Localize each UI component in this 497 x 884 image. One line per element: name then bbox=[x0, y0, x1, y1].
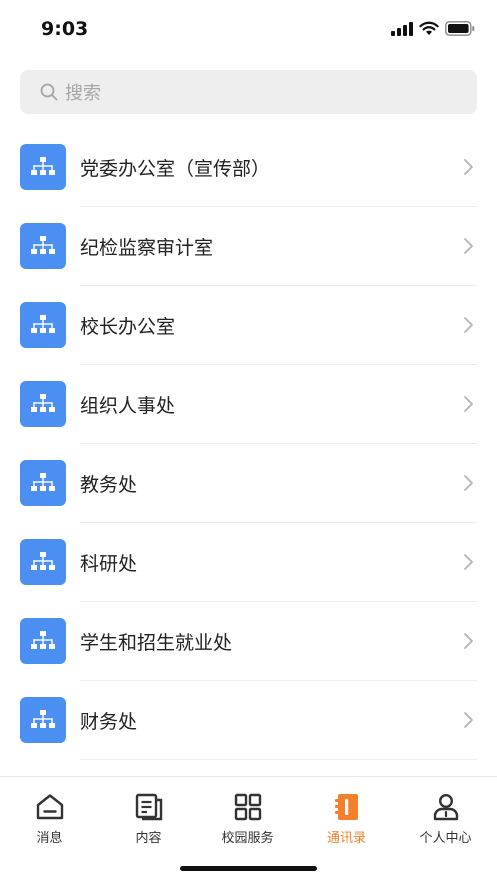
status-time: 9:03 bbox=[41, 18, 89, 40]
org-chart-icon bbox=[20, 697, 66, 743]
org-chart-icon bbox=[20, 618, 66, 664]
chevron-right-icon bbox=[463, 158, 475, 176]
inbox-icon bbox=[34, 791, 66, 823]
list-item[interactable]: 科研处 bbox=[0, 523, 497, 602]
grid-icon bbox=[232, 791, 264, 823]
search-icon bbox=[39, 82, 59, 102]
list-item[interactable]: 学生和招生就业处 bbox=[0, 602, 497, 681]
person-icon bbox=[430, 791, 462, 823]
chevron-right-icon bbox=[463, 711, 475, 729]
org-chart-icon bbox=[20, 223, 66, 269]
chevron-right-icon bbox=[463, 632, 475, 650]
chevron-right-icon bbox=[463, 237, 475, 255]
department-name: 党委办公室（宣传部） bbox=[80, 158, 271, 180]
list-item[interactable]: 党委办公室（宣传部） bbox=[0, 128, 497, 207]
org-chart-icon bbox=[20, 460, 66, 506]
org-chart-icon bbox=[20, 539, 66, 585]
department-name: 学生和招生就业处 bbox=[80, 632, 233, 654]
battery-icon bbox=[445, 21, 475, 36]
document-icon bbox=[133, 791, 165, 823]
chevron-right-icon bbox=[463, 553, 475, 571]
org-chart-icon bbox=[20, 381, 66, 427]
chevron-right-icon bbox=[463, 474, 475, 492]
list-item[interactable]: 纪检监察审计室 bbox=[0, 207, 497, 286]
divider bbox=[80, 759, 477, 760]
list-item[interactable]: 校长办公室 bbox=[0, 286, 497, 365]
list-item[interactable]: 教务处 bbox=[0, 444, 497, 523]
search-placeholder: 搜索 bbox=[65, 83, 101, 104]
department-name: 教务处 bbox=[80, 474, 138, 496]
tab-label: 校园服务 bbox=[221, 831, 274, 846]
search-input[interactable]: 搜索 bbox=[20, 70, 477, 114]
department-name: 科研处 bbox=[80, 553, 138, 575]
tab-profile[interactable]: 个人中心 bbox=[396, 791, 495, 851]
department-name: 财务处 bbox=[80, 711, 138, 733]
status-icons bbox=[391, 21, 475, 36]
tab-content[interactable]: 内容 bbox=[99, 791, 198, 851]
list-item[interactable]: 组织人事处 bbox=[0, 365, 497, 444]
home-indicator[interactable] bbox=[180, 866, 317, 871]
department-name: 组织人事处 bbox=[80, 395, 176, 417]
signal-icon bbox=[391, 21, 413, 36]
contacts-book-icon bbox=[331, 791, 363, 823]
org-chart-icon bbox=[20, 144, 66, 190]
tab-label: 消息 bbox=[36, 831, 63, 846]
department-name: 纪检监察审计室 bbox=[80, 237, 214, 259]
status-bar: 9:03 bbox=[0, 0, 497, 60]
org-chart-icon bbox=[20, 302, 66, 348]
tab-messages[interactable]: 消息 bbox=[0, 791, 99, 851]
chevron-right-icon bbox=[463, 316, 475, 334]
wifi-icon bbox=[419, 21, 439, 35]
chevron-right-icon bbox=[463, 395, 475, 413]
department-list: 党委办公室（宣传部） 纪检监察审计室 校长办公室 组织人事处 教务处 科研处 学… bbox=[0, 128, 497, 776]
department-name: 校长办公室 bbox=[80, 316, 176, 338]
tab-label: 个人中心 bbox=[419, 831, 472, 846]
tab-campus-services[interactable]: 校园服务 bbox=[198, 791, 297, 851]
tab-contacts[interactable]: 通讯录 bbox=[297, 791, 396, 851]
list-item[interactable]: 财务处 bbox=[0, 681, 497, 760]
tab-label: 内容 bbox=[135, 831, 162, 846]
tab-label: 通讯录 bbox=[326, 831, 366, 846]
